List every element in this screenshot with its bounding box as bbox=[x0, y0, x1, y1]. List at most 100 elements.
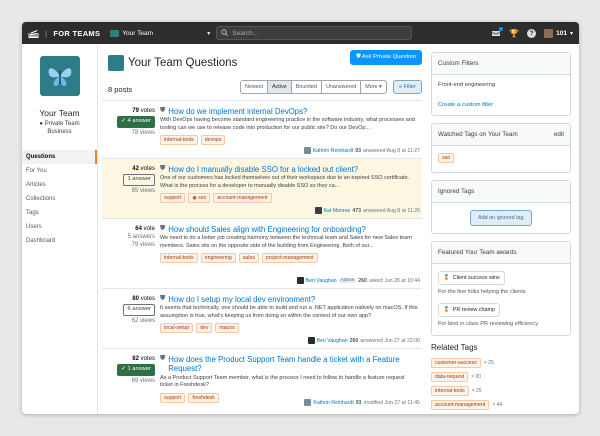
team-logo-icon bbox=[108, 55, 124, 71]
tag[interactable]: account-management bbox=[431, 400, 490, 410]
tag[interactable]: devops bbox=[200, 135, 226, 146]
user-link[interactable]: Ben Vaughan bbox=[317, 338, 348, 344]
brand-label: FOR TEAMS bbox=[53, 28, 101, 38]
question-title[interactable]: ⛊ How do we implement internal DevOps? bbox=[160, 107, 418, 116]
tag[interactable]: local-setup bbox=[160, 323, 194, 334]
reputation-count: 101 bbox=[556, 29, 567, 37]
edit-link[interactable]: edit bbox=[554, 131, 564, 138]
related-tags-title: Related Tags bbox=[431, 343, 478, 352]
ask-question-button[interactable]: ⛊ Ask Private Question bbox=[350, 50, 422, 65]
question-excerpt: It seems that technically, one should be… bbox=[160, 305, 418, 319]
vote-count: 79 votes bbox=[106, 107, 155, 115]
question-row: 80 votes 6 answer 62 views ⛊ How do I set… bbox=[102, 288, 422, 348]
tab-bountied[interactable]: Bountied bbox=[292, 81, 322, 93]
tab-newest[interactable]: Newest bbox=[241, 81, 268, 93]
vote-label: votes bbox=[140, 356, 155, 362]
question-stats: 42 votes 1 answer 85 views bbox=[106, 165, 160, 214]
related-tag-row: customer-success × 25 bbox=[431, 358, 571, 368]
tag[interactable]: sales bbox=[238, 253, 259, 264]
search-placeholder: Search... bbox=[232, 29, 259, 37]
brand[interactable]: | FOR TEAMS bbox=[28, 27, 100, 40]
question-body: ⛊ How should Sales align with Engineering… bbox=[160, 225, 418, 284]
question-row: 42 votes 1 answer 85 views ⛊ How do I man… bbox=[102, 158, 422, 218]
answer-count-badge: 6 answer bbox=[123, 304, 155, 316]
tag[interactable]: account-management bbox=[213, 193, 272, 204]
filter-button[interactable]: ≡ Filter bbox=[392, 80, 422, 94]
user-link[interactable]: Ben Vaughan bbox=[306, 278, 337, 284]
notification-dot bbox=[499, 26, 504, 31]
chevron-down-icon: ▾ bbox=[569, 30, 573, 37]
custom-filter-item[interactable]: Front-end engineering bbox=[438, 82, 564, 88]
nav-item-tags[interactable]: Tags bbox=[22, 206, 97, 220]
question-title[interactable]: ⛊ How does the Product Support Team handl… bbox=[160, 355, 418, 374]
tab-more[interactable]: More ▾ bbox=[361, 81, 386, 93]
question-row: 64 vote 5 answers 79 views ⛊ How should S… bbox=[102, 218, 422, 288]
tag[interactable]: customer-success bbox=[431, 358, 481, 368]
panel-title: Featured Your Team awards bbox=[438, 249, 517, 256]
answer-count: 6 answer bbox=[127, 306, 151, 313]
tag[interactable]: internal-tools bbox=[160, 253, 198, 264]
question-title[interactable]: ⛊ How should Sales align with Engineering… bbox=[160, 225, 418, 234]
panel-body: Add an ignored tag bbox=[432, 203, 570, 233]
inbox-icon[interactable] bbox=[491, 26, 504, 39]
question-title-text: How do we implement internal DevOps? bbox=[168, 107, 308, 116]
tag[interactable]: data-request bbox=[431, 372, 469, 382]
panel-header: Ignored Tags bbox=[432, 181, 570, 203]
award-name: PR review champ bbox=[452, 307, 495, 313]
team-name: Your Team bbox=[39, 108, 80, 118]
tag-label: sso bbox=[198, 195, 207, 202]
award-badge[interactable]: 🏅 Client success wins bbox=[438, 271, 505, 285]
team-privacy: ● Private Team Business bbox=[22, 120, 97, 136]
nav-item-articles[interactable]: Articles bbox=[22, 178, 97, 192]
team-switcher-label: Your Team bbox=[122, 29, 153, 37]
shield-icon: ⛊ bbox=[160, 295, 166, 302]
user-link[interactable]: Kathrin Reinhardt bbox=[313, 148, 353, 154]
help-icon[interactable]: ? bbox=[527, 28, 537, 38]
team-switcher[interactable]: Your Team ▾ bbox=[110, 29, 210, 37]
answer-count-badge: ✓ 1 answer bbox=[117, 364, 155, 376]
tag[interactable]: sso bbox=[438, 153, 455, 163]
tag[interactable]: macos bbox=[215, 323, 239, 334]
tag[interactable]: engineering bbox=[200, 253, 236, 264]
ignored-tags-panel: Ignored Tags Add an ignored tag bbox=[431, 180, 571, 234]
nav-item-users[interactable]: Users bbox=[22, 220, 97, 234]
user-menu[interactable]: 101 ▾ bbox=[544, 28, 573, 38]
add-ignored-tag-button[interactable]: Add an ignored tag bbox=[470, 210, 532, 226]
trophy-icon[interactable]: 🏆 bbox=[509, 29, 519, 38]
tag[interactable]: freshdesk bbox=[188, 392, 219, 403]
tag[interactable]: support bbox=[160, 392, 186, 403]
question-row: 82 votes ✓ 1 answer 69 views ⛊ How does t… bbox=[102, 348, 422, 410]
vote-number: 82 bbox=[132, 356, 139, 362]
top-icons: 🏆 ? 101 ▾ bbox=[491, 26, 573, 39]
question-title[interactable]: ⛊ How do I manually disable SSO for a loc… bbox=[160, 165, 418, 174]
panel-body: sso bbox=[432, 146, 570, 172]
question-stats: 64 vote 5 answers 79 views bbox=[106, 225, 160, 284]
answer-count: 5 answers bbox=[127, 234, 155, 241]
question-list: 79 votes ✓ 4 answer 78 views ⛊ How do we … bbox=[102, 100, 422, 410]
tag-count: × 44 bbox=[492, 402, 503, 408]
panel-header: Custom Filters bbox=[432, 53, 570, 75]
search-input[interactable]: Search... bbox=[216, 26, 413, 40]
related-tag-row: account-management × 44 bbox=[431, 400, 571, 410]
award-badge[interactable]: 🏅 PR review champ bbox=[438, 303, 500, 317]
question-excerpt: We need to do a better job creating harm… bbox=[160, 235, 412, 249]
vote-label: votes bbox=[140, 296, 155, 302]
custom-filters-panel: Custom Filters Front-end engineering Cre… bbox=[431, 52, 571, 116]
create-filter-link[interactable]: Create a custom filter bbox=[438, 102, 564, 108]
nav-item-for-you[interactable]: For You bbox=[22, 164, 97, 178]
tag[interactable]: project-management bbox=[261, 253, 318, 264]
nav-item-collections[interactable]: Collections bbox=[22, 192, 97, 206]
tab-active[interactable]: Active bbox=[268, 81, 292, 93]
nav-item-dashboard[interactable]: Dashboard bbox=[22, 234, 97, 248]
user-link[interactable]: Kathrin Reinhardt bbox=[313, 400, 353, 406]
tag[interactable]: internal-tools bbox=[160, 135, 198, 146]
user-link[interactable]: Kat Monroe bbox=[324, 208, 351, 214]
search-icon bbox=[221, 28, 229, 38]
nav-item-questions[interactable]: Questions bbox=[22, 150, 97, 165]
question-title[interactable]: ⛊ How do I setup my local dev environment… bbox=[160, 295, 418, 304]
tab-unanswered[interactable]: Unanswered bbox=[322, 81, 362, 93]
tag-watched[interactable]: ◉ sso bbox=[188, 193, 211, 204]
tag[interactable]: support bbox=[160, 193, 186, 204]
tag[interactable]: internal-tools bbox=[431, 386, 469, 396]
tag[interactable]: dev bbox=[196, 323, 213, 334]
